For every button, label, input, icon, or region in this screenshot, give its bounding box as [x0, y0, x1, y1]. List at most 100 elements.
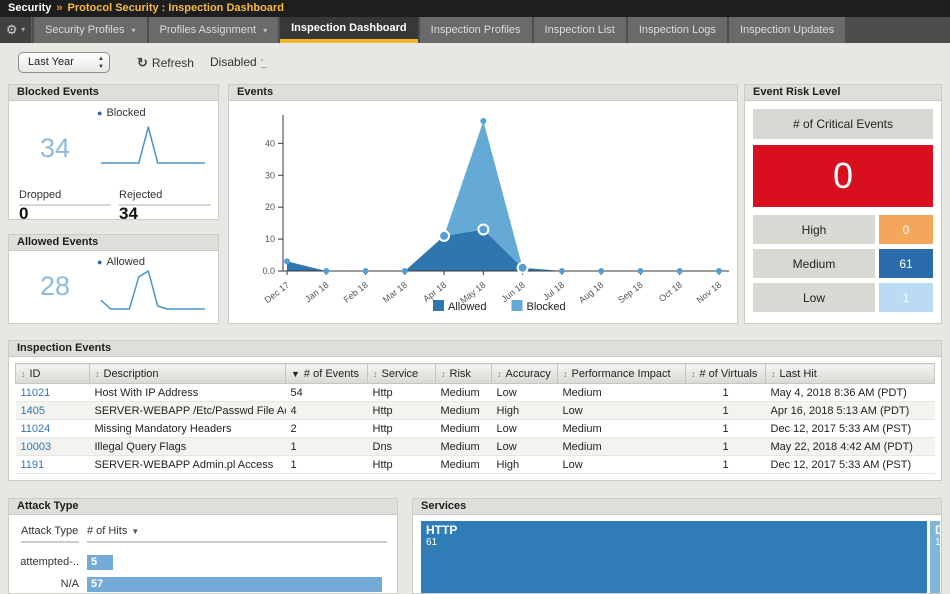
column-header[interactable]: ↕Accuracy	[492, 364, 558, 384]
svg-text:Dec 17: Dec 17	[263, 280, 292, 305]
time-range-value: Last Year	[28, 56, 74, 68]
risk-row-medium: Medium 61	[753, 249, 933, 278]
events-panel: Events 0.010203040Dec 17Jan 18Feb 18Mar …	[228, 84, 738, 324]
event-id-link[interactable]: 11024	[21, 423, 51, 435]
attack-type-panel: Attack Type Attack Type # of Hits▼ attem…	[8, 498, 398, 594]
table-cell: Medium	[558, 420, 686, 438]
refresh-icon: ↻	[137, 55, 148, 70]
svg-text:Oct 18: Oct 18	[657, 280, 684, 304]
breadcrumb-root[interactable]: Security	[8, 2, 51, 14]
svg-text:20: 20	[265, 202, 275, 212]
rejected-value: 34	[119, 204, 138, 220]
sort-icon: ↕	[563, 369, 568, 379]
table-cell: 1	[686, 456, 766, 474]
table-cell: 1	[686, 438, 766, 456]
tab-list: Security Profiles▾ Profiles Assignment▾ …	[34, 17, 847, 43]
risk-value-high: 0	[879, 215, 933, 244]
disabled-dropdown[interactable]: Disabledˆ̲	[210, 55, 264, 69]
tab-security-profiles[interactable]: Security Profiles▾	[34, 17, 147, 43]
svg-text:40: 40	[265, 138, 275, 148]
refresh-button[interactable]: ↻Refresh	[137, 55, 194, 71]
chevron-down-icon: ▾	[263, 26, 267, 35]
table-cell: Http	[368, 420, 436, 438]
breadcrumb-current: Protocol Security : Inspection Dashboard	[68, 2, 284, 14]
dropped-value: 0	[19, 204, 28, 220]
event-id-link[interactable]: 1405	[21, 405, 45, 417]
tab-profiles-assignment[interactable]: Profiles Assignment▾	[149, 17, 279, 43]
table-cell: Low	[492, 438, 558, 456]
tab-inspection-profiles[interactable]: Inspection Profiles	[420, 17, 532, 43]
table-cell: Medium	[558, 438, 686, 456]
panel-title: Blocked Events	[8, 84, 219, 101]
table-cell: Medium	[436, 420, 492, 438]
svg-text:Mar 18: Mar 18	[381, 280, 409, 305]
sort-icon: ↕	[441, 369, 446, 379]
treemap-block-label: HTTP	[426, 524, 927, 537]
chevron-down-icon: ˆ̲	[261, 58, 264, 68]
event-id-link[interactable]: 1191	[21, 459, 45, 471]
table-cell: 11024	[16, 420, 90, 438]
table-row: 10003Illegal Query Flags1DnsMediumLowMed…	[16, 438, 935, 456]
table-cell: Missing Mandatory Headers	[90, 420, 286, 438]
table-cell: 4	[286, 402, 368, 420]
table-cell: 10003	[16, 438, 90, 456]
tab-inspection-list[interactable]: Inspection List	[534, 17, 626, 43]
attack-bar-row: attempted-..5	[9, 555, 397, 570]
gear-icon: ⚙	[6, 22, 18, 37]
column-header[interactable]: ↕Description	[90, 364, 286, 384]
panel-title: Inspection Events	[8, 340, 942, 357]
allowed-total: 28	[23, 271, 87, 302]
treemap-block-label: D	[935, 524, 940, 537]
table-row: 1405SERVER-WEBAPP /Etc/Passwd File Acces…	[16, 402, 935, 420]
svg-text:Aug 18: Aug 18	[577, 280, 606, 305]
column-header[interactable]: ↕# of Virtuals	[686, 364, 766, 384]
table-cell: Medium	[558, 384, 686, 402]
events-chart: 0.010203040Dec 17Jan 18Feb 18Mar 18Apr 1…	[229, 101, 737, 322]
table-row: 1191SERVER-WEBAPP Admin.pl Access1HttpMe…	[16, 456, 935, 474]
attack-type-column-label: Attack Type	[21, 525, 79, 543]
inspection-events-table: ↕ID↕Description▼# of Events↕Service↕Risk…	[15, 363, 935, 474]
blocked-sparkline	[97, 121, 209, 171]
column-header[interactable]: ↕Service	[368, 364, 436, 384]
tab-inspection-dashboard[interactable]: Inspection Dashboard	[280, 17, 418, 43]
treemap-block-value: 1	[935, 537, 940, 549]
table-cell: Dns	[368, 438, 436, 456]
column-header[interactable]: ↕ID	[16, 364, 90, 384]
hits-bar: 5	[87, 555, 113, 570]
table-header: ↕ID↕Description▼# of Events↕Service↕Risk…	[16, 364, 935, 384]
column-header[interactable]: ↕Risk	[436, 364, 492, 384]
settings-menu-button[interactable]: ⚙ ▾	[0, 17, 32, 43]
treemap-block-value: 61	[426, 537, 927, 549]
hits-column-dropdown[interactable]: # of Hits▼	[87, 525, 387, 543]
treemap-block: HTTP61	[421, 521, 927, 594]
column-header[interactable]: ↕Last Hit	[766, 364, 935, 384]
chevron-down-icon: ▾	[21, 25, 25, 34]
svg-text:Allowed: Allowed	[448, 301, 487, 313]
tab-inspection-logs[interactable]: Inspection Logs	[628, 17, 727, 43]
risk-value-low: 1	[879, 283, 933, 312]
table-cell: May 22, 2018 4:42 AM (PDT)	[766, 438, 935, 456]
svg-text:0.0: 0.0	[262, 266, 275, 276]
svg-text:Sep 18: Sep 18	[616, 280, 645, 305]
dropped-label: Dropped	[19, 189, 111, 206]
table-cell: 1	[286, 456, 368, 474]
column-header[interactable]: ↕Performance Impact	[558, 364, 686, 384]
hits-bar: 57	[87, 577, 382, 592]
table-cell: Low	[492, 384, 558, 402]
table-cell: Low	[492, 420, 558, 438]
bar-category-label: N/A	[9, 577, 79, 592]
table-cell: 11021	[16, 384, 90, 402]
table-cell: Apr 16, 2018 5:13 AM (PDT)	[766, 402, 935, 420]
event-id-link[interactable]: 11021	[21, 387, 51, 399]
table-cell: Low	[558, 456, 686, 474]
table-cell: Dec 12, 2017 5:33 AM (PST)	[766, 456, 935, 474]
tab-inspection-updates[interactable]: Inspection Updates	[729, 17, 845, 43]
critical-events-label: # of Critical Events	[753, 109, 933, 139]
svg-text:Jul 18: Jul 18	[541, 280, 566, 303]
time-range-select[interactable]: Last Year ▲▼	[18, 52, 110, 73]
event-id-link[interactable]: 10003	[21, 441, 52, 453]
panel-title: Event Risk Level	[744, 84, 942, 101]
svg-text:Nov 18: Nov 18	[695, 280, 724, 305]
table-cell: High	[492, 402, 558, 420]
column-header[interactable]: ▼# of Events	[286, 364, 368, 384]
